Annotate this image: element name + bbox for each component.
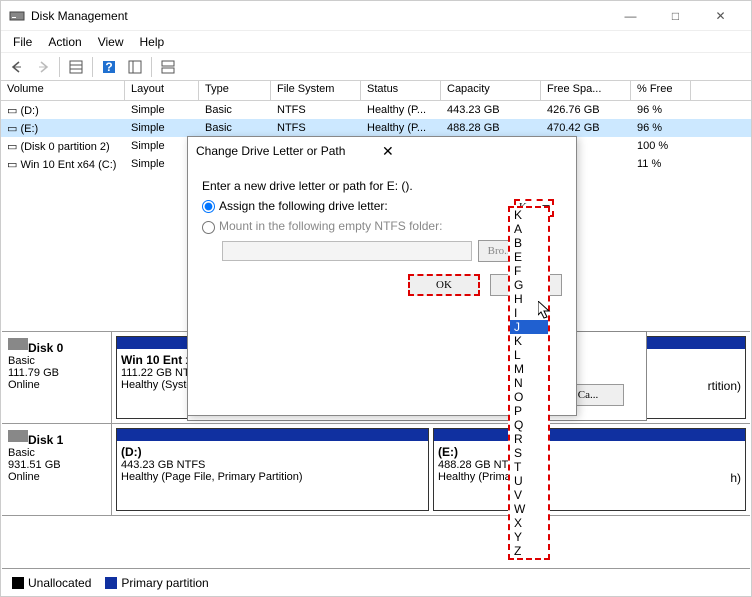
col-status[interactable]: Status <box>361 81 441 100</box>
letter-option[interactable]: U <box>510 474 548 488</box>
dialog-close-icon[interactable]: ✕ <box>382 143 568 160</box>
assign-label: Assign the following drive letter: <box>219 199 388 213</box>
col-pct[interactable]: % Free <box>631 81 691 100</box>
dialog-title: Change Drive Letter or Path <box>196 144 382 158</box>
letter-option[interactable]: X <box>510 516 548 530</box>
dialog-prompt: Enter a new drive letter or path for E: … <box>202 179 562 193</box>
col-volume[interactable]: Volume <box>1 81 125 100</box>
disk-info: Disk 0Basic111.79 GBOnline <box>2 332 112 423</box>
toolbar-list-icon[interactable] <box>123 55 147 79</box>
toolbar-grid-icon[interactable] <box>64 55 88 79</box>
letter-option[interactable]: Z <box>510 544 548 558</box>
help-icon[interactable]: ? <box>97 55 121 79</box>
letter-option[interactable]: S <box>510 446 548 460</box>
letter-option[interactable]: J <box>510 320 548 334</box>
letter-option[interactable]: F <box>510 264 548 278</box>
col-free[interactable]: Free Spa... <box>541 81 631 100</box>
legend: Unallocated Primary partition <box>2 568 750 596</box>
svg-text:?: ? <box>105 60 112 74</box>
drive-letter-dropdown[interactable]: KABEFGHIJKLMNOPQRSTUVWXYZ <box>508 206 550 560</box>
letter-option[interactable]: R <box>510 432 548 446</box>
letter-option[interactable]: N <box>510 376 548 390</box>
toolbar: ? <box>1 53 751 81</box>
volume-row[interactable]: ▭ (D:)SimpleBasicNTFSHealthy (P...443.23… <box>1 101 751 119</box>
toolbar-layout-icon[interactable] <box>156 55 180 79</box>
back-button[interactable] <box>5 55 29 79</box>
assign-radio[interactable] <box>202 200 215 213</box>
disk-icon <box>9 8 25 24</box>
letter-option[interactable]: P <box>510 404 548 418</box>
disk-info: Disk 1Basic931.51 GBOnline <box>2 424 112 515</box>
letter-option[interactable]: O <box>510 390 548 404</box>
col-fs[interactable]: File System <box>271 81 361 100</box>
letter-option[interactable]: L <box>510 348 548 362</box>
col-capacity[interactable]: Capacity <box>441 81 541 100</box>
volume-list-header: Volume Layout Type File System Status Ca… <box>1 81 751 101</box>
mount-label: Mount in the following empty NTFS folder… <box>219 219 442 233</box>
letter-option[interactable]: E <box>510 250 548 264</box>
letter-option[interactable]: K <box>510 208 548 222</box>
partition[interactable]: (E:)488.28 GB NTFSHealthy (Primarh) <box>433 428 746 511</box>
menu-file[interactable]: File <box>5 33 40 51</box>
col-type[interactable]: Type <box>199 81 271 100</box>
mount-radio[interactable] <box>202 221 215 234</box>
partition[interactable]: (D:)443.23 GB NTFSHealthy (Page File, Pr… <box>116 428 429 511</box>
titlebar: Disk Management — □ ✕ <box>1 1 751 31</box>
letter-option[interactable]: T <box>510 460 548 474</box>
letter-option[interactable]: K <box>510 334 548 348</box>
menu-view[interactable]: View <box>90 33 132 51</box>
legend-unallocated: Unallocated <box>28 576 91 590</box>
letter-option[interactable]: W <box>510 502 548 516</box>
letter-option[interactable]: Q <box>510 418 548 432</box>
letter-option[interactable]: Y <box>510 530 548 544</box>
disk-row: Disk 1Basic931.51 GBOnline(D:)443.23 GB … <box>2 424 750 516</box>
letter-option[interactable]: G <box>510 278 548 292</box>
forward-button[interactable] <box>31 55 55 79</box>
legend-primary: Primary partition <box>121 576 208 590</box>
menu-help[interactable]: Help <box>132 33 173 51</box>
letter-option[interactable]: A <box>510 222 548 236</box>
letter-option[interactable]: V <box>510 488 548 502</box>
col-layout[interactable]: Layout <box>125 81 199 100</box>
volume-row[interactable]: ▭ (E:)SimpleBasicNTFSHealthy (P...488.28… <box>1 119 751 137</box>
minimize-button[interactable]: — <box>608 2 653 30</box>
letter-option[interactable]: B <box>510 236 548 250</box>
menu-action[interactable]: Action <box>40 33 89 51</box>
menubar: File Action View Help <box>1 31 751 53</box>
close-button[interactable]: ✕ <box>698 2 743 30</box>
letter-option[interactable]: M <box>510 362 548 376</box>
mount-path-input <box>222 241 472 261</box>
letter-option[interactable]: I <box>510 306 548 320</box>
window-title: Disk Management <box>31 9 608 23</box>
dialog-ok-button[interactable]: OK <box>408 274 480 296</box>
letter-option[interactable]: H <box>510 292 548 306</box>
maximize-button[interactable]: □ <box>653 2 698 30</box>
